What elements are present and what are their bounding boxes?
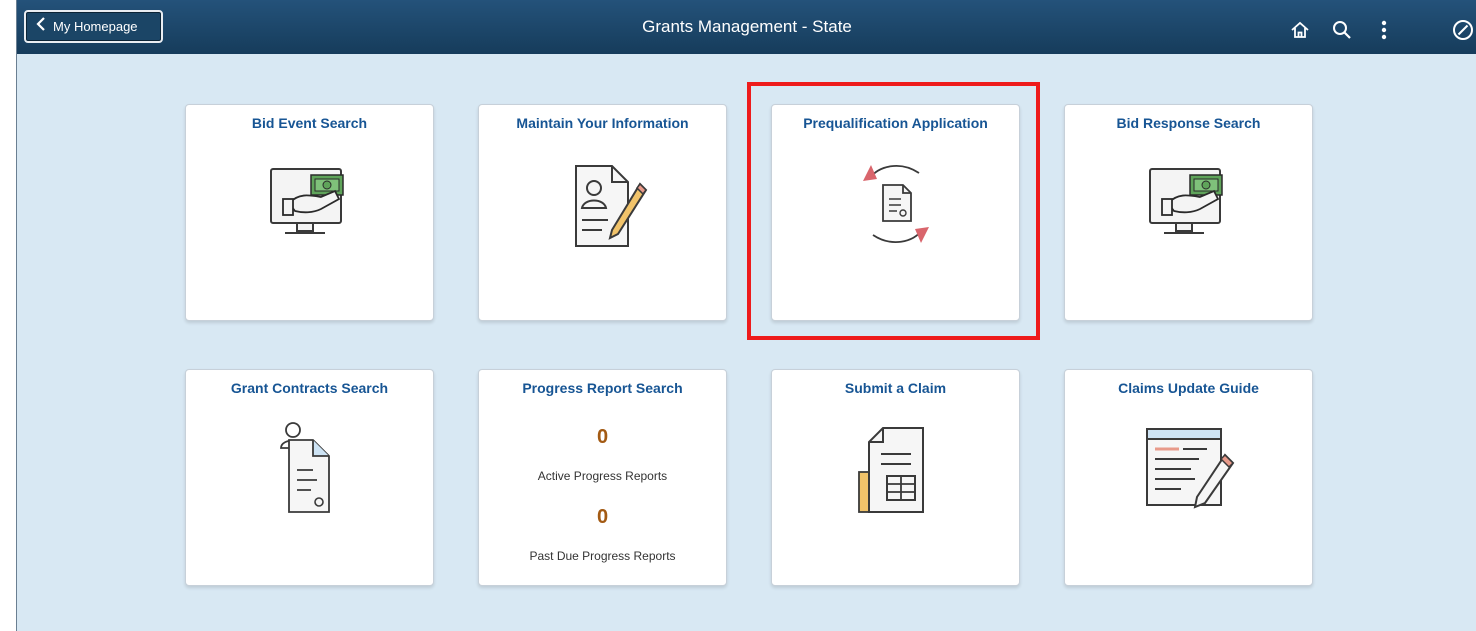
past-due-reports-count: 0 xyxy=(596,506,609,528)
tile-title: Prequalification Application xyxy=(803,115,988,131)
actions-menu-icon[interactable] xyxy=(1373,19,1395,41)
user-document-icon xyxy=(275,418,345,519)
monitor-payment-icon xyxy=(1144,165,1234,246)
tile-title: Bid Event Search xyxy=(251,115,368,131)
header-banner: My Homepage Grants Management - State xyxy=(17,0,1476,54)
tile-grant-contracts-search[interactable]: Grant Contracts Search xyxy=(185,369,434,586)
page-frame: My Homepage Grants Management - State Bi… xyxy=(16,0,1476,631)
tile-progress-report-search[interactable]: Progress Report Search 0 Active Progress… xyxy=(478,369,727,586)
tile-title: Maintain Your Information xyxy=(516,115,689,131)
claim-form-icon xyxy=(853,424,939,521)
tile-prequalification-application[interactable]: Prequalification Application xyxy=(771,104,1020,321)
tile-title: Progress Report Search xyxy=(522,380,683,396)
home-icon[interactable] xyxy=(1289,19,1311,41)
document-cycle-icon xyxy=(861,157,931,254)
guide-edit-icon xyxy=(1141,425,1237,514)
search-icon[interactable] xyxy=(1331,19,1353,41)
tile-title: Submit a Claim xyxy=(844,380,947,396)
tile-title: Claims Update Guide xyxy=(1118,380,1259,396)
profile-edit-icon xyxy=(558,160,648,255)
tile-claims-update-guide[interactable]: Claims Update Guide xyxy=(1064,369,1313,586)
active-reports-label: Active Progress Reports xyxy=(537,469,668,483)
tile-bid-response-search[interactable]: Bid Response Search xyxy=(1064,104,1313,321)
past-due-reports-label: Past Due Progress Reports xyxy=(529,549,676,563)
page-title: Grants Management - State xyxy=(642,17,852,36)
tile-bid-event-search[interactable]: Bid Event Search xyxy=(185,104,434,321)
navbar-icon[interactable] xyxy=(1449,16,1476,44)
tile-submit-a-claim[interactable]: Submit a Claim xyxy=(771,369,1020,586)
tile-maintain-your-information[interactable]: Maintain Your Information xyxy=(478,104,727,321)
tile-title: Bid Response Search xyxy=(1116,115,1261,131)
monitor-payment-icon xyxy=(265,165,355,246)
active-reports-count: 0 xyxy=(596,426,609,448)
tile-title: Grant Contracts Search xyxy=(230,380,389,396)
